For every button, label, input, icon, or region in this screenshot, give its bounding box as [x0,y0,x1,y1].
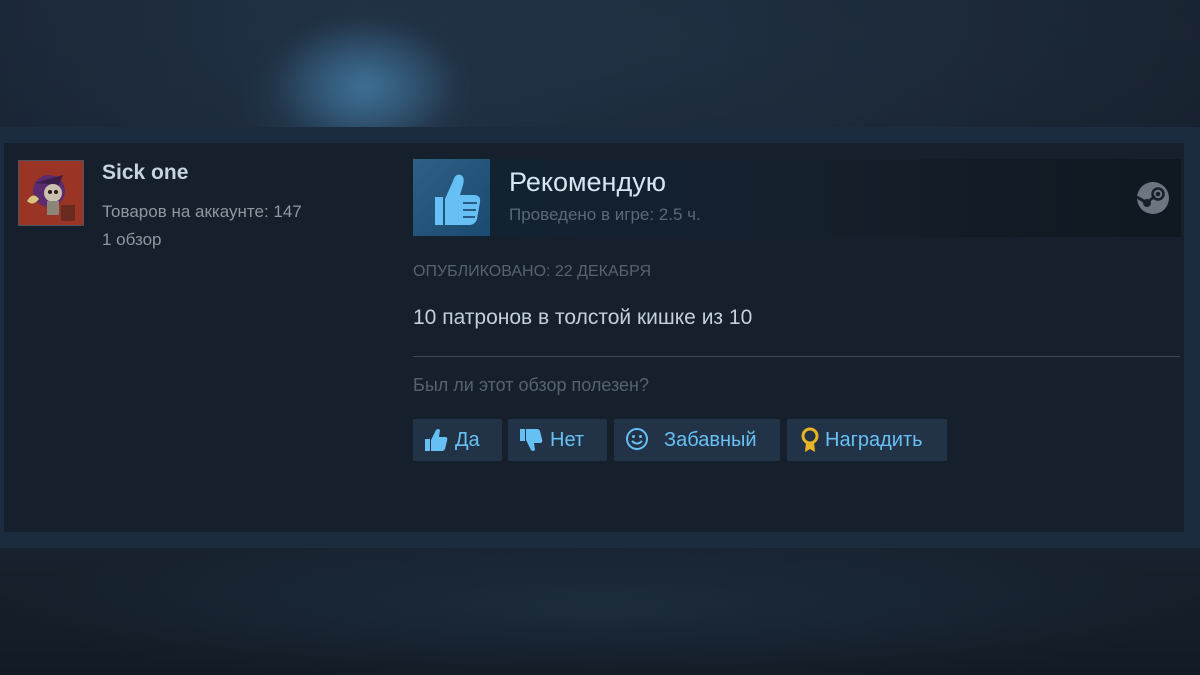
steam-logo-icon [1136,181,1170,215]
smiley-icon [624,427,650,453]
thumbs-up-icon [413,159,490,236]
vote-no-button[interactable]: Нет [508,419,607,461]
award-button[interactable]: Наградить [787,419,947,461]
vote-funny-button[interactable]: Забавный [614,419,780,461]
thumbs-down-icon [518,427,544,453]
playtime-label: Проведено в игре: 2.5 ч. [509,205,701,224]
avatar-image [19,161,83,225]
author-reviews-count[interactable]: 1 обзор [102,230,162,250]
thumbs-up-icon [423,427,449,453]
author-products-count[interactable]: Товаров на аккаунте: 147 [102,202,302,222]
vote-funny-label: Забавный [664,428,757,451]
divider [413,356,1180,357]
vote-yes-button[interactable]: Да [413,419,502,461]
author-name[interactable]: Sick one [102,161,188,185]
posted-date: ОПУБЛИКОВАНО: 22 ДЕКАБРЯ [413,263,652,280]
vote-no-label: Нет [550,428,585,451]
award-ribbon-icon [797,427,823,453]
verdict-label: Рекомендую [509,167,666,197]
footer-background [0,548,1200,675]
header-background [0,0,1200,127]
avatar[interactable] [18,160,84,226]
helpful-question: Был ли этот обзор полезен? [413,375,649,395]
review-body: 10 патронов в толстой кишке из 10 [413,306,753,329]
award-label: Наградить [825,428,923,451]
vote-yes-label: Да [455,428,480,451]
